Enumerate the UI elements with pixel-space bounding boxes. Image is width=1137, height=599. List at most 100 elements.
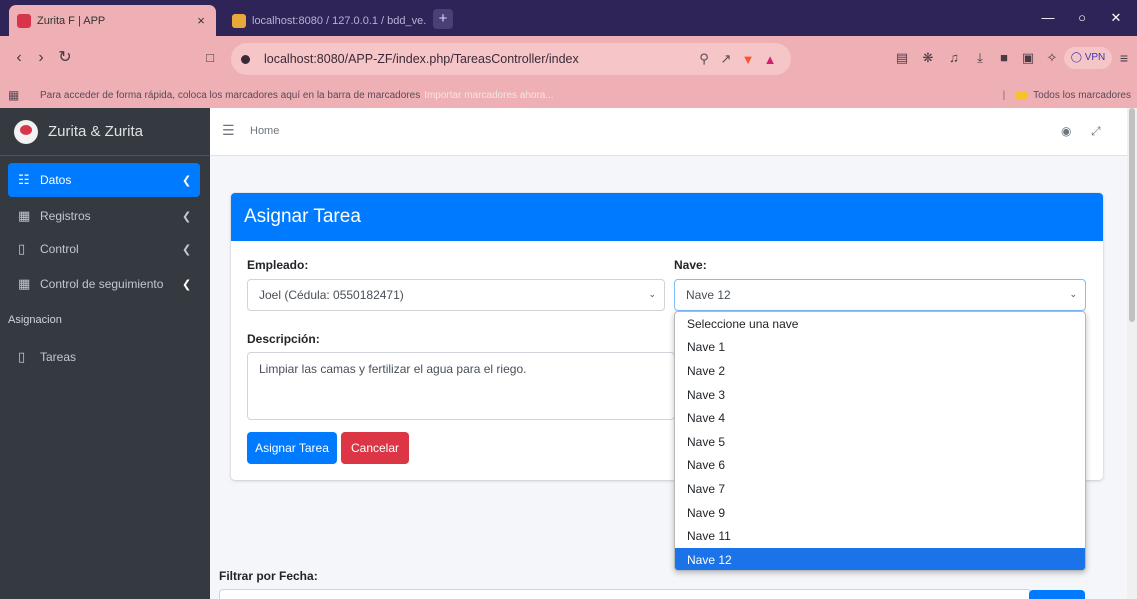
back-icon[interactable]: ‹ (8, 46, 30, 70)
reader-icon[interactable]: ▤ (891, 46, 913, 70)
tab-title: localhost:8080 / 127.0.0.1 / bdd_ve... (252, 14, 426, 27)
brand-logo-icon (14, 119, 38, 144)
chevron-down-icon: ⌄ (1069, 289, 1077, 299)
brand-link[interactable]: Zurita & Zurita (0, 108, 210, 156)
new-tab-button[interactable]: + (433, 9, 453, 29)
bookmarks-bar: ▦ Para acceder de forma rápida, coloca l… (0, 82, 1137, 108)
tab-strip: Zurita F | APP × localhost:8080 / 127.0.… (0, 0, 1137, 36)
nave-option[interactable]: Nave 6 (675, 454, 1085, 478)
filter-button[interactable] (1029, 590, 1085, 599)
nave-dropdown-list: Seleccione una nave Nave 1 Nave 2 Nave 3 Nav… (674, 311, 1086, 571)
nave-option[interactable]: Nave 9 (675, 501, 1085, 525)
nave-option[interactable]: Nave 7 (675, 477, 1085, 501)
clipboard-icon: ▯ (18, 349, 26, 364)
id-card-icon: ☷ (18, 172, 30, 187)
nave-select-value: Nave 12 (686, 288, 731, 302)
leo-icon[interactable]: ✧ (1041, 46, 1063, 70)
tab-title: Zurita F | APP (37, 14, 106, 27)
fullscreen-icon[interactable]: ⤢ (1091, 124, 1101, 139)
navigation-bar: ‹ › ↻ □ localhost:8080/APP-ZF/index.php/… (0, 36, 1137, 82)
download-icon[interactable]: ⤓ (969, 46, 991, 70)
sidebar-item-datos[interactable]: ☷ Datos ❮ (8, 163, 200, 197)
sidebar-item-label: Datos (40, 173, 72, 187)
restore-icon[interactable]: ○ (1065, 0, 1099, 36)
sidebar-toggle-icon[interactable]: ■ (993, 46, 1015, 70)
minimize-icon[interactable]: — (1031, 0, 1065, 36)
bookmark-icon[interactable]: □ (199, 46, 221, 70)
nave-option[interactable]: Nave 3 (675, 383, 1085, 407)
chevron-down-icon: ⌄ (648, 289, 656, 299)
brave-rewards-icon[interactable]: ▲ (759, 52, 781, 67)
sidebar-item-control-seguimiento[interactable]: ▦ Control de seguimiento ❮ (8, 267, 200, 301)
all-bookmarks-label: Todos los marcadores (1033, 89, 1131, 101)
nave-option[interactable]: Nave 5 (675, 430, 1085, 454)
chevron-left-icon: ❮ (182, 210, 192, 223)
bookmarks-message: Para acceder de forma rápida, coloca los… (40, 89, 421, 101)
tab-phpmyadmin[interactable]: localhost:8080 / 127.0.0.1 / bdd_ve... (224, 5, 434, 36)
forward-icon[interactable]: › (30, 46, 52, 70)
sidebar-item-label: Tareas (40, 350, 77, 364)
chevron-left-icon: ❮ (182, 174, 192, 187)
page-scrollbar[interactable] (1127, 108, 1137, 599)
folder-icon (1015, 90, 1029, 100)
sidebar-item-label: Control (40, 242, 79, 256)
clipboard-icon: ▯ (18, 241, 26, 256)
hamburger-menu-icon[interactable]: ☰ (222, 122, 235, 139)
reload-icon[interactable]: ↻ (54, 46, 76, 70)
sidebar-section-header: Asignacion (8, 314, 62, 326)
phpmyadmin-favicon-icon (232, 13, 246, 28)
card-title: Asignar Tarea (231, 193, 1103, 241)
site-info-icon[interactable] (241, 54, 250, 64)
sidebar-item-registros[interactable]: ▦ Registros ❮ (8, 199, 200, 233)
employee-select[interactable]: Joel (Cédula: 0550182471) ⌄ (247, 279, 665, 311)
share-icon[interactable]: ↗ (715, 51, 737, 67)
browser-chrome: Zurita F | APP × localhost:8080 / 127.0.… (0, 0, 1137, 108)
employee-select-value: Joel (Cédula: 0550182471) (259, 288, 404, 302)
nave-option[interactable]: Seleccione una nave (675, 312, 1085, 336)
menu-icon[interactable]: ≡ (1113, 46, 1135, 70)
nave-option[interactable]: Nave 1 (675, 336, 1085, 360)
table-icon: ▦ (18, 276, 31, 291)
brave-shield-icon[interactable]: ▼ (737, 52, 759, 67)
description-textarea[interactable]: Limpiar las camas y fertilizar el agua p… (247, 352, 675, 420)
assign-task-button[interactable]: Asignar Tarea (247, 432, 337, 464)
employee-label: Empleado: (247, 258, 309, 272)
window-close-icon[interactable]: ✕ (1099, 0, 1133, 36)
sidebar-item-tareas[interactable]: ▯ Tareas (8, 340, 200, 374)
nave-option[interactable]: Nave 11 (675, 524, 1085, 548)
table-icon: ▦ (18, 208, 31, 223)
description-label: Descripción: (247, 332, 320, 346)
app-sidebar: Zurita & Zurita ☷ Datos ❮ ▦ Registros ❮ … (0, 108, 210, 599)
top-navbar: ☰ Home ◉ ⤢ (210, 108, 1127, 156)
zurita-favicon-icon (17, 13, 31, 28)
chevron-left-icon: ❮ (182, 278, 192, 291)
nave-option[interactable]: Nave 2 (675, 359, 1085, 383)
address-bar[interactable]: localhost:8080/APP-ZF/index.php/TareasCo… (231, 43, 791, 75)
nave-option[interactable]: Nave 4 (675, 406, 1085, 430)
tab-close-icon[interactable]: × (194, 13, 208, 28)
scrollbar-thumb[interactable] (1129, 108, 1135, 322)
wallet-icon[interactable]: ▣ (1017, 46, 1039, 70)
user-icon[interactable]: ◉ (1061, 124, 1071, 138)
extensions-icon[interactable]: ❋ (917, 46, 939, 70)
nave-option[interactable]: Nave 12 (675, 548, 1085, 570)
apps-grid-icon[interactable]: ▦ (8, 88, 30, 102)
address-url[interactable]: localhost:8080/APP-ZF/index.php/TareasCo… (264, 52, 693, 66)
sidebar-item-label: Control de seguimiento (40, 277, 164, 291)
all-bookmarks-button[interactable]: | Todos los marcadores (1003, 82, 1131, 108)
tab-zurita-app[interactable]: Zurita F | APP × (9, 5, 216, 36)
chevron-left-icon: ❮ (182, 243, 192, 256)
sidebar-item-control[interactable]: ▯ Control ❮ (8, 232, 200, 266)
import-bookmarks-link[interactable]: Importar marcadores ahora... (424, 90, 554, 101)
nave-label: Nave: (674, 258, 707, 272)
cancel-button[interactable]: Cancelar (341, 432, 409, 464)
nave-select[interactable]: Nave 12 ⌄ (674, 279, 1086, 311)
vpn-button[interactable]: ◯ VPN (1064, 47, 1112, 69)
sidebar-item-label: Registros (40, 209, 91, 223)
filter-date-input[interactable] (219, 589, 1031, 599)
filter-date-label: Filtrar por Fecha: (219, 569, 318, 583)
brand-text: Zurita & Zurita (48, 123, 144, 140)
zoom-icon[interactable]: ⚲ (693, 51, 715, 67)
media-icon[interactable]: ♫ (943, 46, 965, 70)
home-link[interactable]: Home (250, 125, 279, 137)
